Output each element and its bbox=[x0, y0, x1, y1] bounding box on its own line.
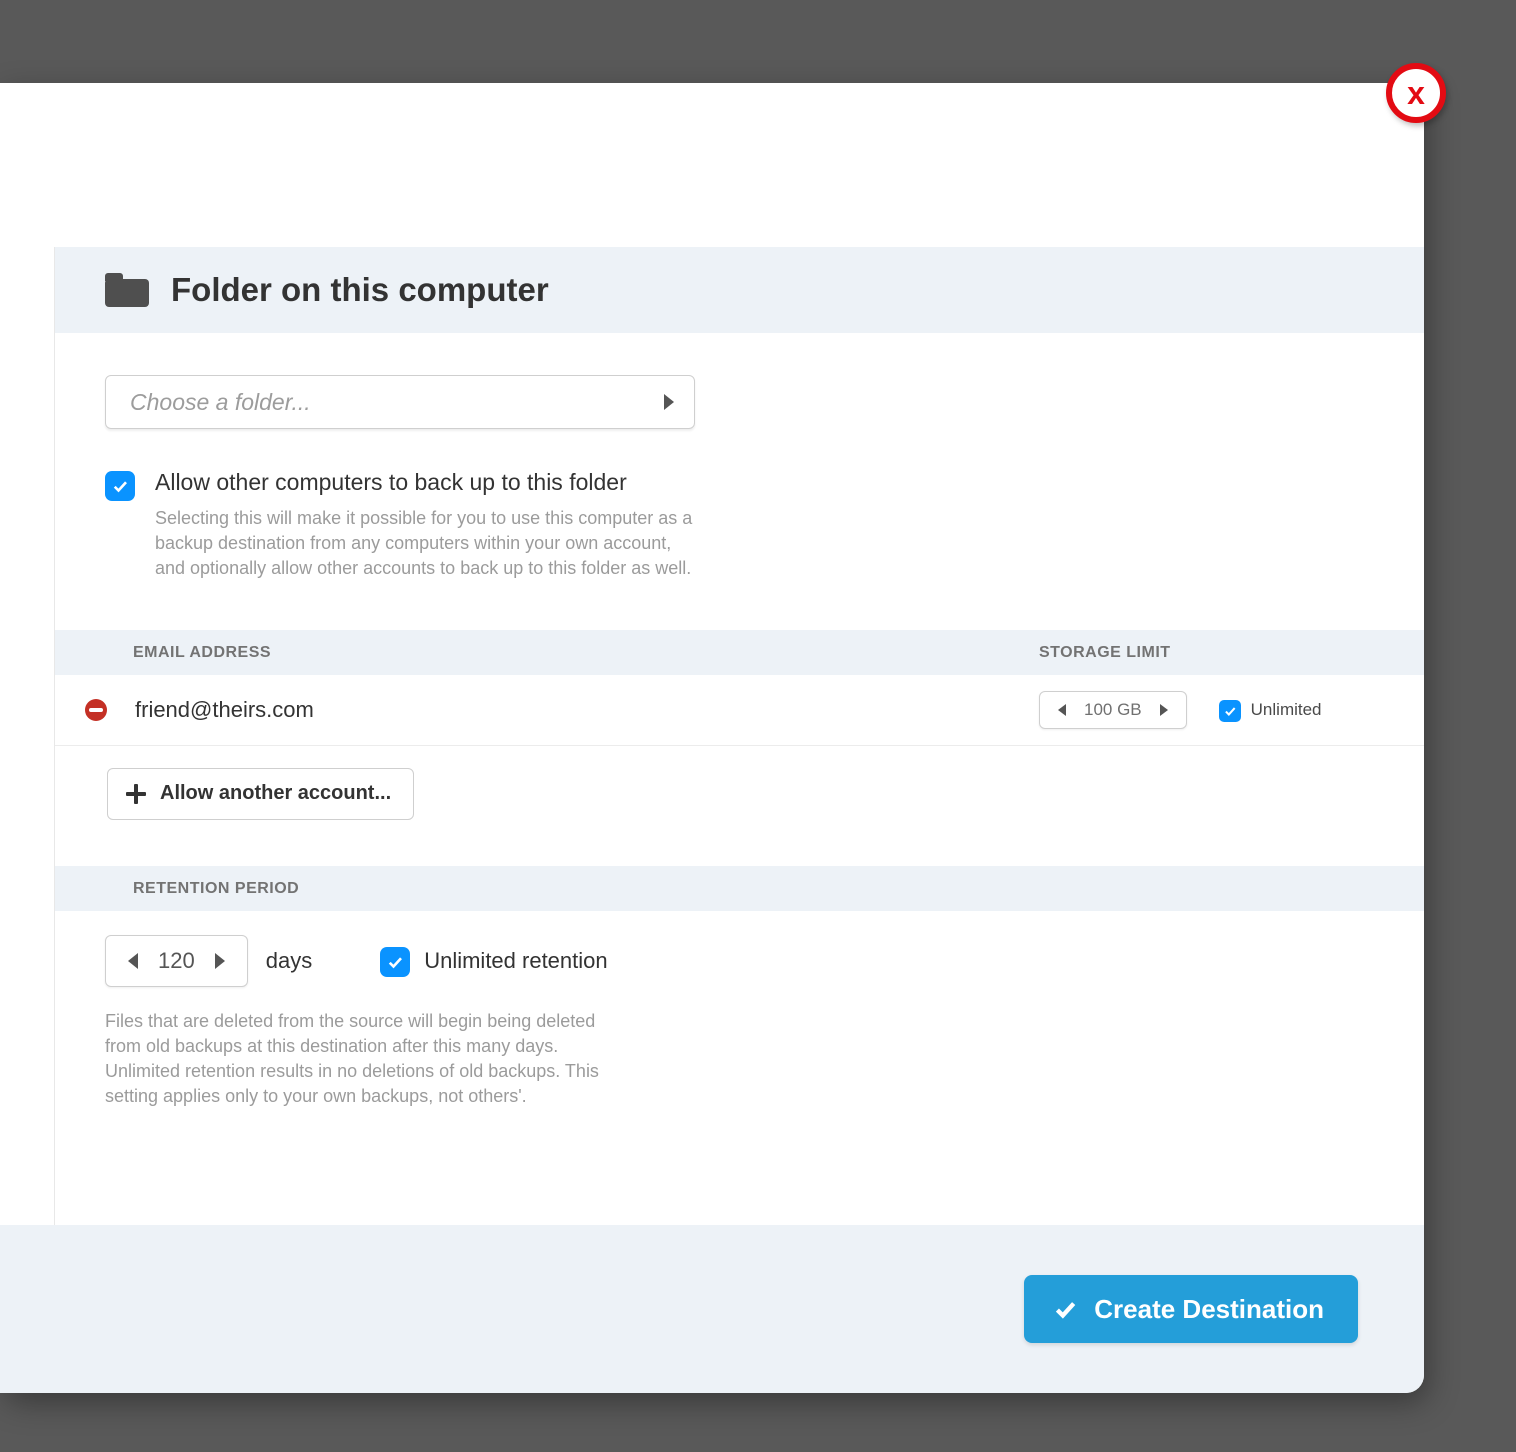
retention-value: 120 bbox=[158, 948, 195, 974]
retention-unlimited-label: Unlimited retention bbox=[424, 948, 607, 974]
storage-unlimited-label: Unlimited bbox=[1251, 700, 1322, 720]
allow-other-labels: Allow other computers to back up to this… bbox=[155, 469, 695, 582]
storage-decrement-button[interactable] bbox=[1054, 698, 1070, 722]
allow-other-row: Allow other computers to back up to this… bbox=[105, 469, 1374, 582]
retention-unlimited-wrap: Unlimited retention bbox=[380, 945, 607, 977]
add-account-region: Allow another account... bbox=[55, 746, 1424, 866]
content-area: Folder on this computer Choose a folder.… bbox=[54, 247, 1424, 1393]
storage-unlimited-checkbox[interactable] bbox=[1219, 700, 1241, 722]
check-icon bbox=[1052, 1296, 1078, 1322]
storage-stepper: 100 GB bbox=[1039, 691, 1187, 729]
plus-icon bbox=[126, 784, 146, 804]
remove-account-button[interactable] bbox=[85, 699, 107, 721]
add-account-label: Allow another account... bbox=[160, 782, 391, 805]
allow-other-description: Selecting this will make it possible for… bbox=[155, 506, 695, 582]
triangle-right-icon bbox=[215, 953, 225, 969]
storage-header: STORAGE LIMIT bbox=[1039, 644, 1374, 662]
close-button[interactable]: x bbox=[1386, 63, 1446, 123]
account-email: friend@theirs.com bbox=[135, 697, 1039, 723]
create-destination-label: Create Destination bbox=[1094, 1294, 1324, 1325]
folder-picker[interactable]: Choose a folder... bbox=[105, 375, 695, 429]
triangle-right-icon bbox=[1160, 704, 1168, 716]
retention-decrement-button[interactable] bbox=[124, 946, 142, 976]
storage-cell: 100 GB Unlimited bbox=[1039, 691, 1374, 729]
retention-header: RETENTION PERIOD bbox=[133, 880, 299, 898]
create-destination-button[interactable]: Create Destination bbox=[1024, 1275, 1358, 1343]
retention-unlimited-checkbox[interactable] bbox=[380, 947, 410, 977]
email-header: EMAIL ADDRESS bbox=[133, 644, 1039, 662]
triangle-left-icon bbox=[1058, 704, 1066, 716]
storage-unlimited-wrap: Unlimited bbox=[1219, 698, 1322, 722]
accounts-table-header: EMAIL ADDRESS STORAGE LIMIT bbox=[55, 630, 1424, 675]
section-title: Folder on this computer bbox=[171, 271, 549, 309]
storage-increment-button[interactable] bbox=[1156, 698, 1172, 722]
allow-other-label: Allow other computers to back up to this… bbox=[155, 469, 695, 496]
close-icon: x bbox=[1407, 77, 1425, 109]
triangle-left-icon bbox=[128, 953, 138, 969]
section-header: Folder on this computer bbox=[55, 247, 1424, 333]
table-row: friend@theirs.com 100 GB Unlimited bbox=[55, 675, 1424, 746]
dialog-footer: Create Destination bbox=[0, 1225, 1424, 1393]
retention-increment-button[interactable] bbox=[211, 946, 229, 976]
storage-value: 100 GB bbox=[1084, 700, 1142, 720]
retention-description: Files that are deleted from the source w… bbox=[105, 1009, 625, 1110]
folder-form-region: Choose a folder... Allow other computers… bbox=[55, 333, 1424, 630]
folder-picker-placeholder: Choose a folder... bbox=[130, 389, 311, 416]
add-account-button[interactable]: Allow another account... bbox=[107, 768, 414, 820]
retention-unit: days bbox=[266, 948, 312, 974]
retention-row: 120 days Unlimited retention bbox=[105, 935, 1374, 987]
retention-header-row: RETENTION PERIOD bbox=[55, 866, 1424, 911]
retention-stepper: 120 bbox=[105, 935, 248, 987]
folder-icon bbox=[105, 273, 149, 307]
allow-other-checkbox[interactable] bbox=[105, 471, 135, 501]
chevron-right-icon bbox=[664, 394, 674, 410]
retention-body: 120 days Unlimited retention Files that … bbox=[55, 911, 1424, 1134]
modal-dialog: x Folder on this computer Choose a folde… bbox=[0, 83, 1424, 1393]
